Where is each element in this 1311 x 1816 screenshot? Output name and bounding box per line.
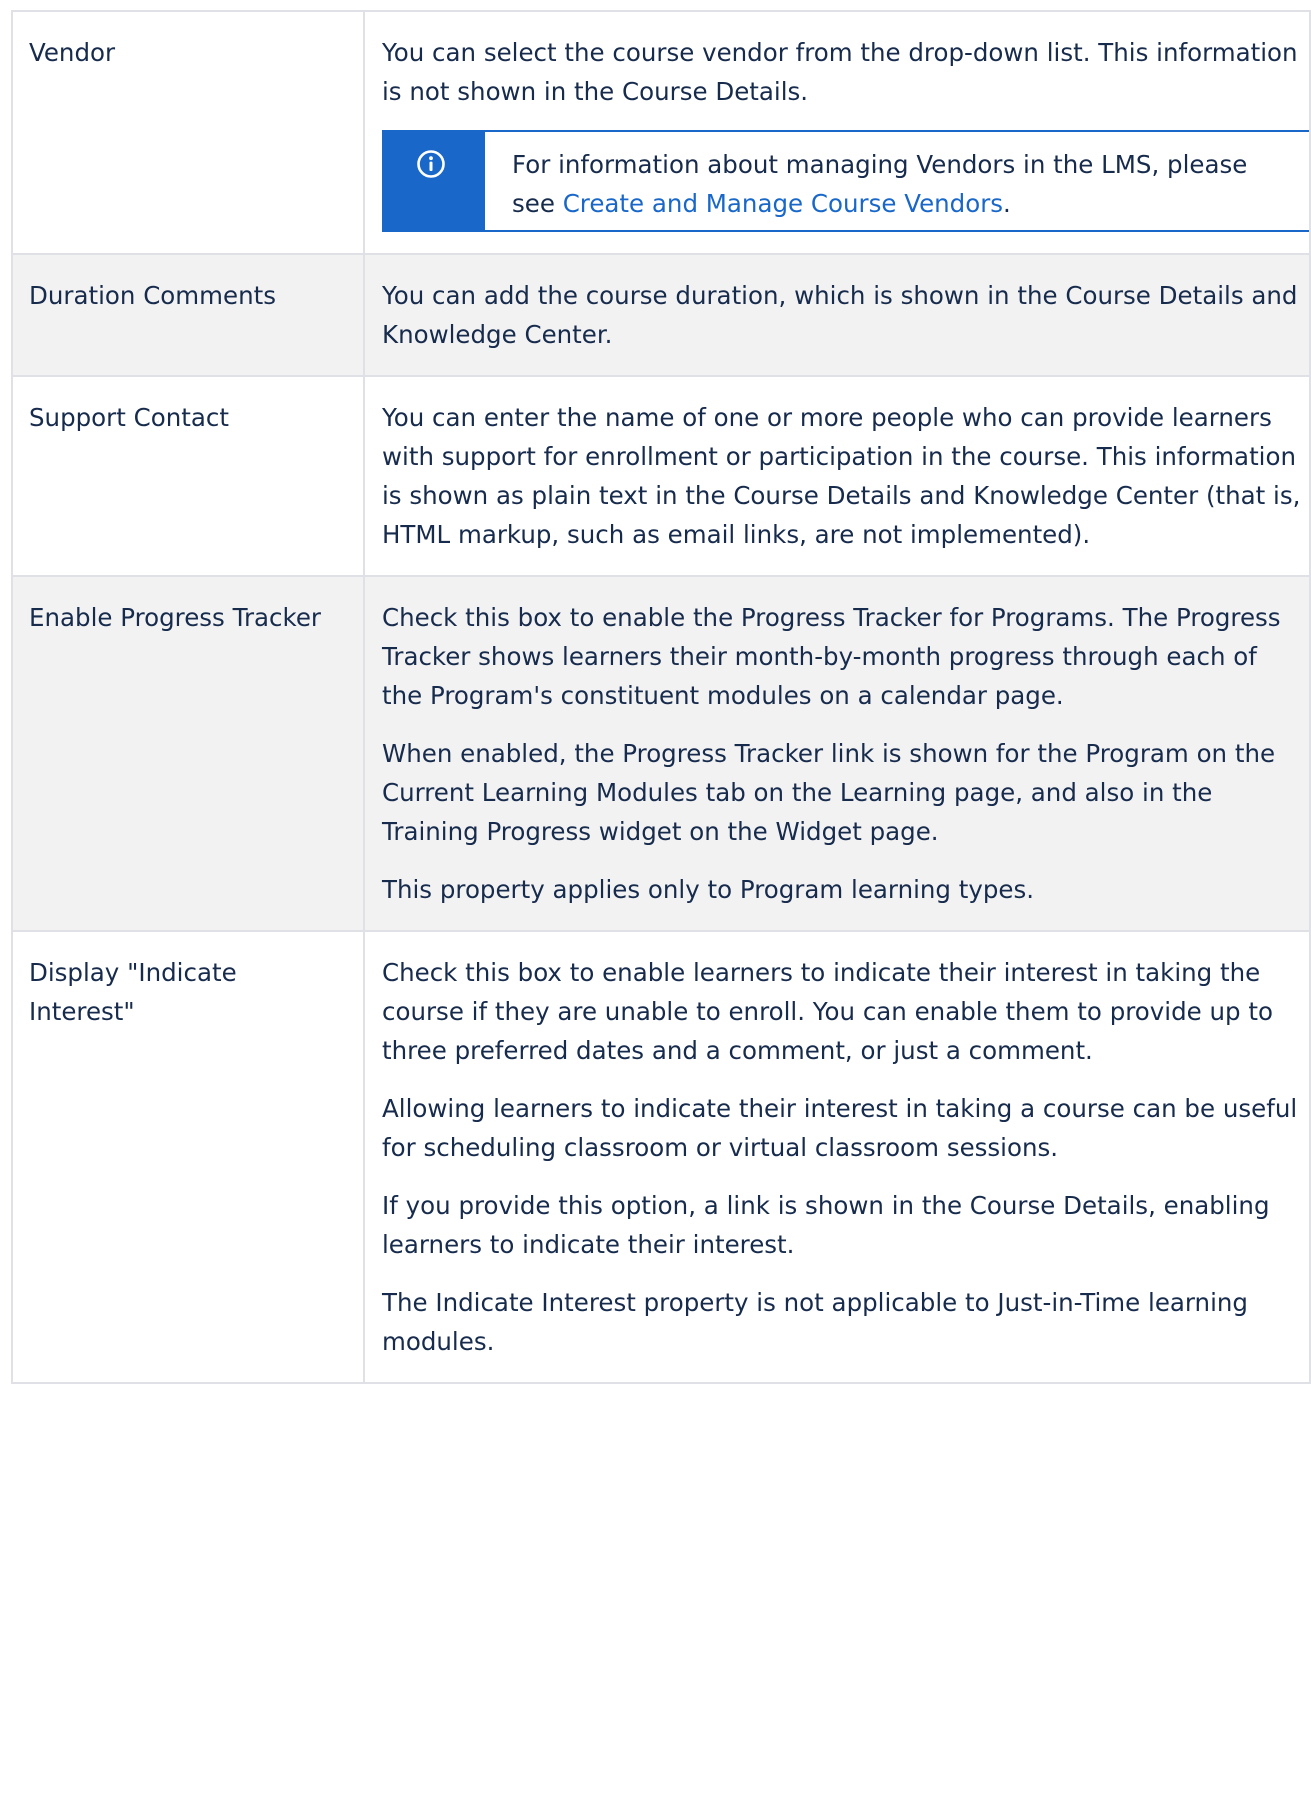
description-paragraph: The Indicate Interest property is not ap… — [382, 1288, 1248, 1356]
property-description: Check this box to enable learners to ind… — [363, 930, 1311, 1384]
info-note-icon-column — [382, 132, 485, 230]
description-paragraph: You can add the course duration, which i… — [382, 281, 1298, 349]
info-note-panel: For information about managing Vendors i… — [382, 130, 1309, 232]
description-paragraph: This property applies only to Program le… — [382, 875, 1035, 904]
info-note-text: For information about managing Vendors i… — [485, 132, 1309, 230]
description-paragraph: You can enter the name of one or more pe… — [382, 403, 1301, 549]
table-row-display-indicate-interest: Display "Indicate Interest" Check this b… — [11, 930, 1311, 1384]
table-row-support-contact: Support Contact You can enter the name o… — [11, 375, 1311, 577]
property-name: Vendor — [11, 10, 365, 255]
description-paragraph: Check this box to enable learners to ind… — [382, 958, 1273, 1065]
table-row-duration-comments: Duration Comments You can add the course… — [11, 253, 1311, 377]
create-and-manage-course-vendors-link[interactable]: Create and Manage Course Vendors — [563, 189, 1003, 218]
description-paragraph: If you provide this option, a link is sh… — [382, 1191, 1270, 1259]
property-description: You can select the course vendor from th… — [363, 10, 1311, 255]
description-paragraph: Allowing learners to indicate their inte… — [382, 1094, 1298, 1162]
table-row-enable-progress-tracker: Enable Progress Tracker Check this box t… — [11, 575, 1311, 932]
property-name: Enable Progress Tracker — [11, 575, 365, 932]
property-name: Display "Indicate Interest" — [11, 930, 365, 1384]
property-name: Support Contact — [11, 375, 365, 577]
info-icon — [417, 150, 445, 178]
property-description: You can add the course duration, which i… — [363, 253, 1311, 377]
properties-table: Vendor You can select the course vendor … — [11, 10, 1311, 1384]
description-paragraph: You can select the course vendor from th… — [382, 38, 1298, 106]
description-paragraph: Check this box to enable the Progress Tr… — [382, 603, 1281, 710]
property-description: Check this box to enable the Progress Tr… — [363, 575, 1311, 932]
description-paragraph: When enabled, the Progress Tracker link … — [382, 739, 1276, 846]
property-description: You can enter the name of one or more pe… — [363, 375, 1311, 577]
table-row-vendor: Vendor You can select the course vendor … — [11, 10, 1311, 255]
note-text-after: . — [1003, 189, 1011, 218]
property-name: Duration Comments — [11, 253, 365, 377]
